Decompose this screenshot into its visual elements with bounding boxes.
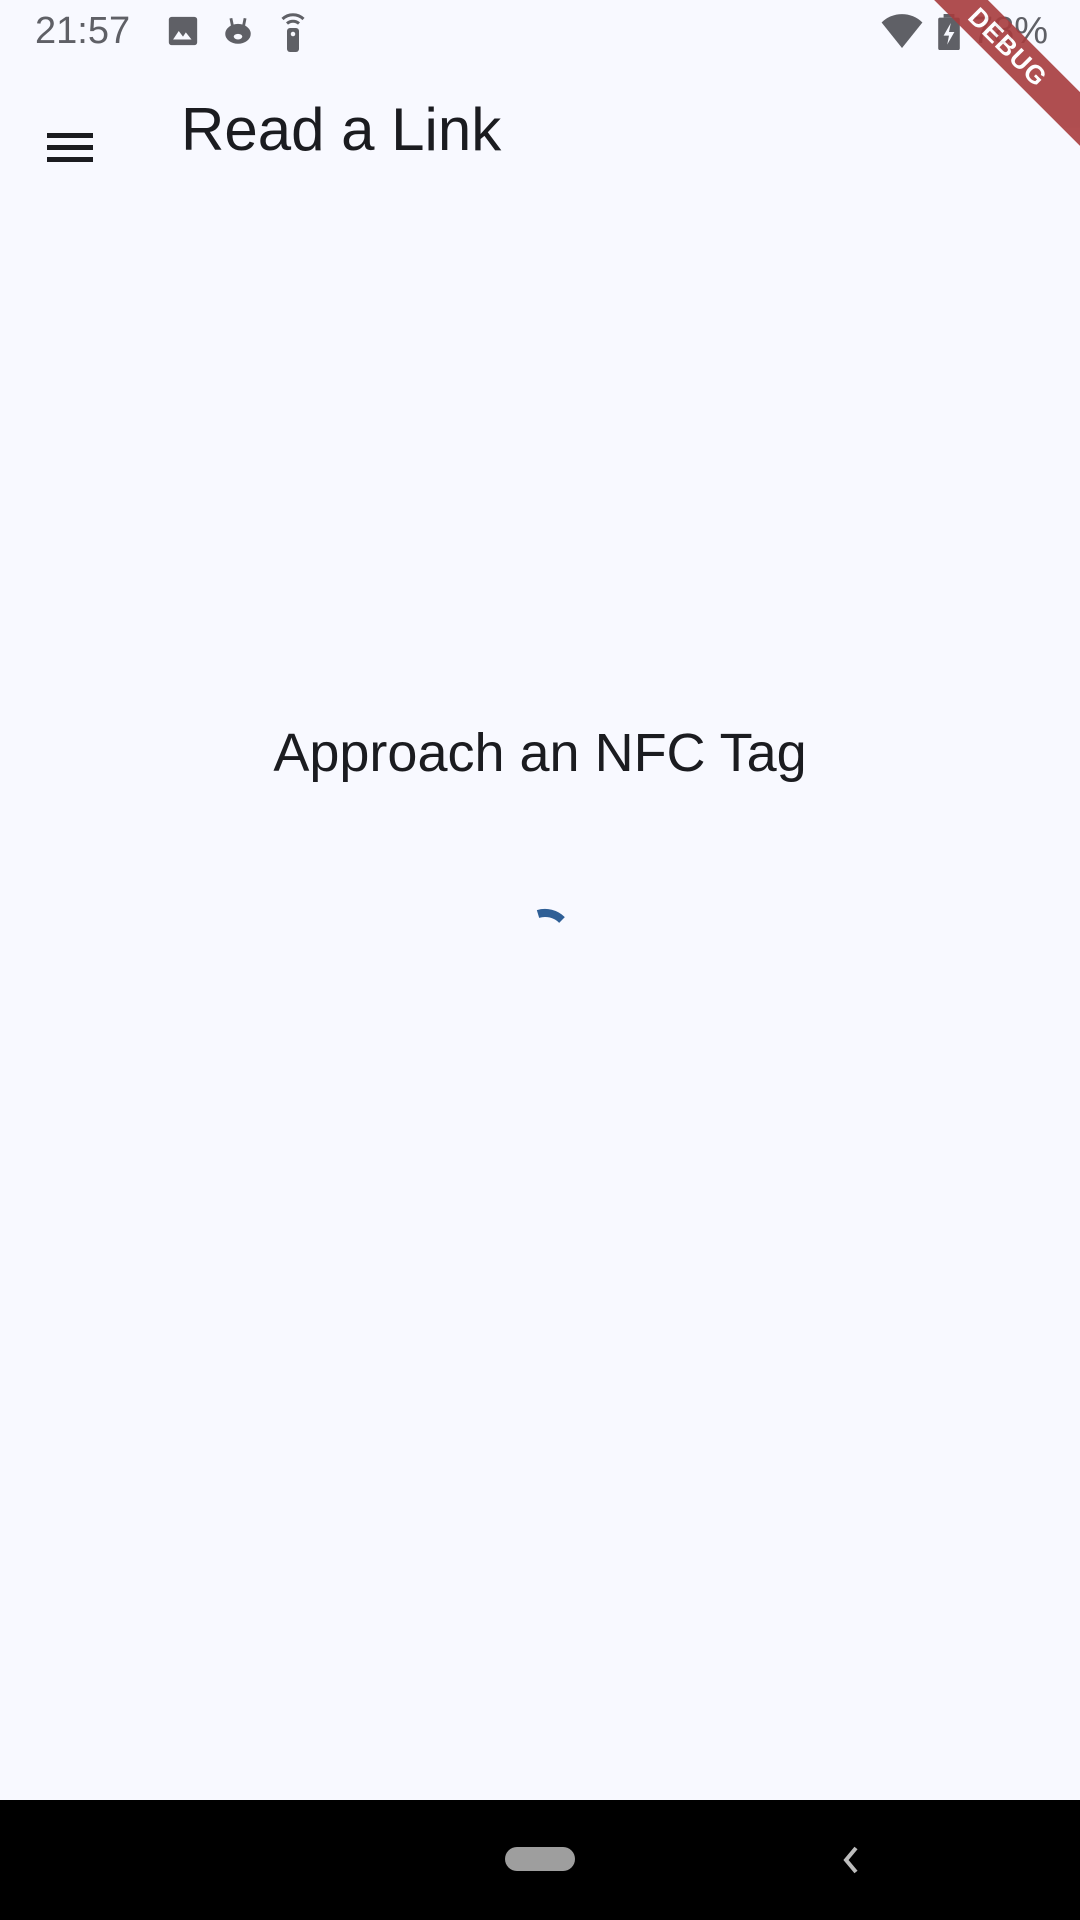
hamburger-menu-icon[interactable] (26, 103, 114, 191)
android-debug-icon (225, 17, 251, 44)
status-bar: 21:57 78% (0, 0, 1080, 63)
page-title: Read a Link (181, 96, 502, 163)
loading-spinner-icon (536, 908, 565, 924)
nfc-prompt-message: Approach an NFC Tag (273, 723, 807, 783)
status-time: 21:57 (35, 10, 131, 52)
app-bar: Read a Link (0, 63, 1080, 199)
nfc-remote-icon (281, 13, 305, 52)
system-navigation-bar (0, 1800, 1080, 1920)
home-button[interactable] (505, 1847, 575, 1871)
back-chevron-icon[interactable] (826, 1832, 876, 1888)
wifi-icon (881, 14, 923, 48)
image-icon (168, 16, 198, 46)
